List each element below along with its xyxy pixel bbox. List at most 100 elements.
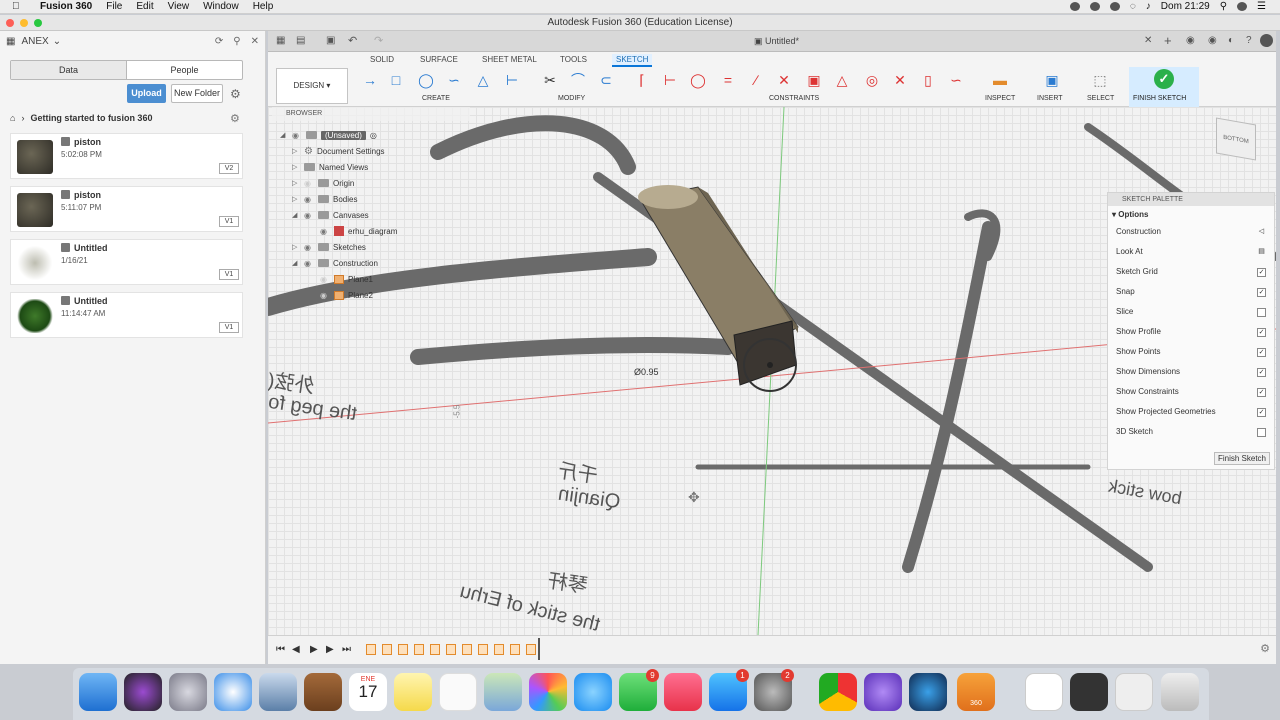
checkbox-checked[interactable]: ✓ — [1257, 268, 1266, 277]
midpoint-icon[interactable]: △ — [832, 71, 852, 89]
options-section[interactable]: ▾ Options — [1108, 206, 1274, 224]
new-folder-button[interactable]: New Folder — [171, 84, 223, 103]
sketch-palette-header[interactable]: SKETCH PALETTE — [1108, 193, 1274, 206]
triangle-icon[interactable]: △ — [473, 71, 493, 89]
help-icon[interactable]: ? — [1246, 35, 1252, 46]
reminders-icon[interactable] — [439, 673, 477, 711]
go-to-end-icon[interactable]: ⏭ — [342, 644, 351, 655]
close-window-button[interactable] — [6, 19, 14, 27]
browser-item-canvases[interactable]: ◢ ◉ Canvases — [292, 208, 369, 222]
timeline-feature[interactable] — [382, 644, 392, 655]
version-badge[interactable]: V2 — [219, 163, 239, 174]
bluetooth-icon[interactable] — [1109, 2, 1120, 11]
perpendicular-icon[interactable]: ⊢ — [660, 71, 680, 89]
timeline-feature[interactable] — [398, 644, 408, 655]
image-file-icon[interactable] — [1115, 673, 1153, 711]
volume-icon[interactable]: ♪ — [1146, 1, 1151, 12]
minimize-window-button[interactable] — [20, 19, 28, 27]
redo-icon[interactable]: ↷ — [374, 34, 383, 47]
upload-button[interactable]: Upload — [127, 84, 166, 103]
notifications-icon[interactable]: ◐ — [1228, 35, 1234, 46]
timeline-feature[interactable] — [414, 644, 424, 655]
step-back-icon[interactable]: ◀ — [292, 644, 300, 655]
quicktime-icon[interactable] — [909, 673, 947, 711]
spotlight-icon[interactable]: ⚲ — [1220, 1, 1227, 12]
finish-sketch-palette-button[interactable]: Finish Sketch — [1213, 452, 1270, 465]
timeline-feature[interactable] — [462, 644, 472, 655]
step-forward-icon[interactable]: ▶ — [326, 644, 334, 655]
dimension-icon[interactable]: ⊢ — [502, 71, 522, 89]
timeline-feature[interactable] — [494, 644, 504, 655]
screenshot-thumbnail[interactable] — [1070, 673, 1108, 711]
version-badge[interactable]: V1 — [219, 216, 239, 227]
search-icon[interactable]: ⚲ — [233, 36, 240, 47]
chrome-icon[interactable] — [819, 673, 857, 711]
app-menu[interactable]: Fusion 360 — [40, 1, 92, 12]
curvature-icon[interactable]: ∽ — [946, 71, 966, 89]
mail-icon[interactable] — [259, 673, 297, 711]
project-name[interactable]: Getting started to fusion 360 — [30, 113, 152, 123]
checkbox-checked[interactable]: ✓ — [1257, 388, 1266, 397]
checkbox-checked[interactable]: ✓ — [1257, 408, 1266, 417]
workspace-selector[interactable]: DESIGN ▾ — [276, 68, 348, 104]
app-store-icon[interactable]: 1 — [709, 669, 749, 711]
gear-icon[interactable]: ⚙ — [230, 87, 241, 101]
fusion-360-icon[interactable]: 360 — [957, 673, 995, 711]
new-tab-icon[interactable]: + — [1164, 33, 1172, 48]
inspect-group-label[interactable]: INSPECT — [985, 95, 1015, 102]
menu-file[interactable]: File — [106, 1, 122, 12]
browser-item-document-settings[interactable]: ▷ ⚙ Document Settings — [292, 144, 385, 158]
document-tab[interactable]: ▣ Untitled* — [754, 36, 799, 47]
finish-sketch-button[interactable]: ✓ FINISH SKETCH — [1129, 67, 1199, 107]
browser-item-plane1[interactable]: ◉ Plane1 — [320, 272, 373, 286]
extensions-icon[interactable]: ◉ — [1186, 35, 1195, 46]
version-badge[interactable]: V1 — [219, 322, 239, 333]
browser-item-sketches[interactable]: ▷ ◉ Sketches — [292, 240, 366, 254]
collinear-icon[interactable]: ✕ — [774, 71, 794, 89]
select-icon[interactable]: ⬚ — [1090, 71, 1110, 89]
browser-item-erhu-diagram[interactable]: ◉ erhu_diagram — [320, 224, 397, 238]
music-icon[interactable] — [664, 673, 702, 711]
coincident-icon[interactable]: ⌈ — [632, 71, 652, 89]
line-icon[interactable]: → — [360, 71, 380, 89]
horizontal-vertical-icon[interactable]: ✕ — [890, 71, 910, 89]
constraints-group-label[interactable]: CONSTRAINTS — [769, 95, 819, 102]
tab-surface[interactable]: SURFACE — [416, 54, 462, 65]
messages-icon[interactable] — [574, 673, 612, 711]
team-name[interactable]: ANEX — [21, 36, 48, 47]
clock[interactable]: Dom 21:29 — [1161, 1, 1210, 12]
3d-canvas[interactable]: Ø0.95 -5.5 外弦( the peg fo 千斤 Qianjin 琴杆 … — [268, 107, 1276, 635]
look-at-icon[interactable]: ▤ — [1257, 248, 1266, 257]
wifi-icon[interactable]: ◌ — [1130, 1, 1136, 12]
home-icon[interactable]: ⌂ — [10, 113, 15, 123]
tab-sketch[interactable]: SKETCH — [612, 54, 653, 67]
lock-icon[interactable]: ▣ — [804, 71, 824, 89]
refresh-icon[interactable]: ⟳ — [215, 36, 223, 47]
browser-item-bodies[interactable]: ▷ ◉ Bodies — [292, 192, 357, 206]
launchpad-icon[interactable] — [169, 673, 207, 711]
go-to-start-icon[interactable]: ⏮ — [276, 644, 285, 655]
checkbox-checked[interactable]: ✓ — [1257, 368, 1266, 377]
timeline-feature[interactable] — [510, 644, 520, 655]
tab-people[interactable]: People — [127, 61, 242, 79]
insert-image-icon[interactable]: ▣ — [1042, 71, 1062, 89]
timeline-feature[interactable] — [430, 644, 440, 655]
file-card[interactable]: Untitled 1/16/21 V1 — [10, 239, 243, 285]
symmetry-icon[interactable]: ▯ — [918, 71, 938, 89]
chevron-down-icon[interactable]: ⌄ — [53, 36, 61, 47]
modify-group-label[interactable]: MODIFY — [558, 95, 585, 102]
close-tab-icon[interactable]: ✕ — [1144, 35, 1152, 46]
offset-icon[interactable]: ⊂ — [596, 71, 616, 89]
contacts-icon[interactable] — [304, 673, 342, 711]
select-group-label[interactable]: SELECT — [1087, 95, 1114, 102]
browser-item-origin[interactable]: ▷ ◉ Origin — [292, 176, 354, 190]
tangent-icon[interactable]: ◯ — [688, 71, 708, 89]
grid-icon[interactable]: ▦ — [6, 36, 15, 47]
checkbox-unchecked[interactable] — [1257, 308, 1266, 317]
spline-icon[interactable]: ∽ — [444, 71, 464, 89]
facetime-icon[interactable]: 9 — [619, 669, 659, 711]
rectangle-icon[interactable]: □ — [386, 71, 406, 89]
checkbox-checked[interactable]: ✓ — [1257, 288, 1266, 297]
save-icon[interactable]: ▣ — [326, 35, 335, 46]
timeline-feature[interactable] — [526, 644, 536, 655]
